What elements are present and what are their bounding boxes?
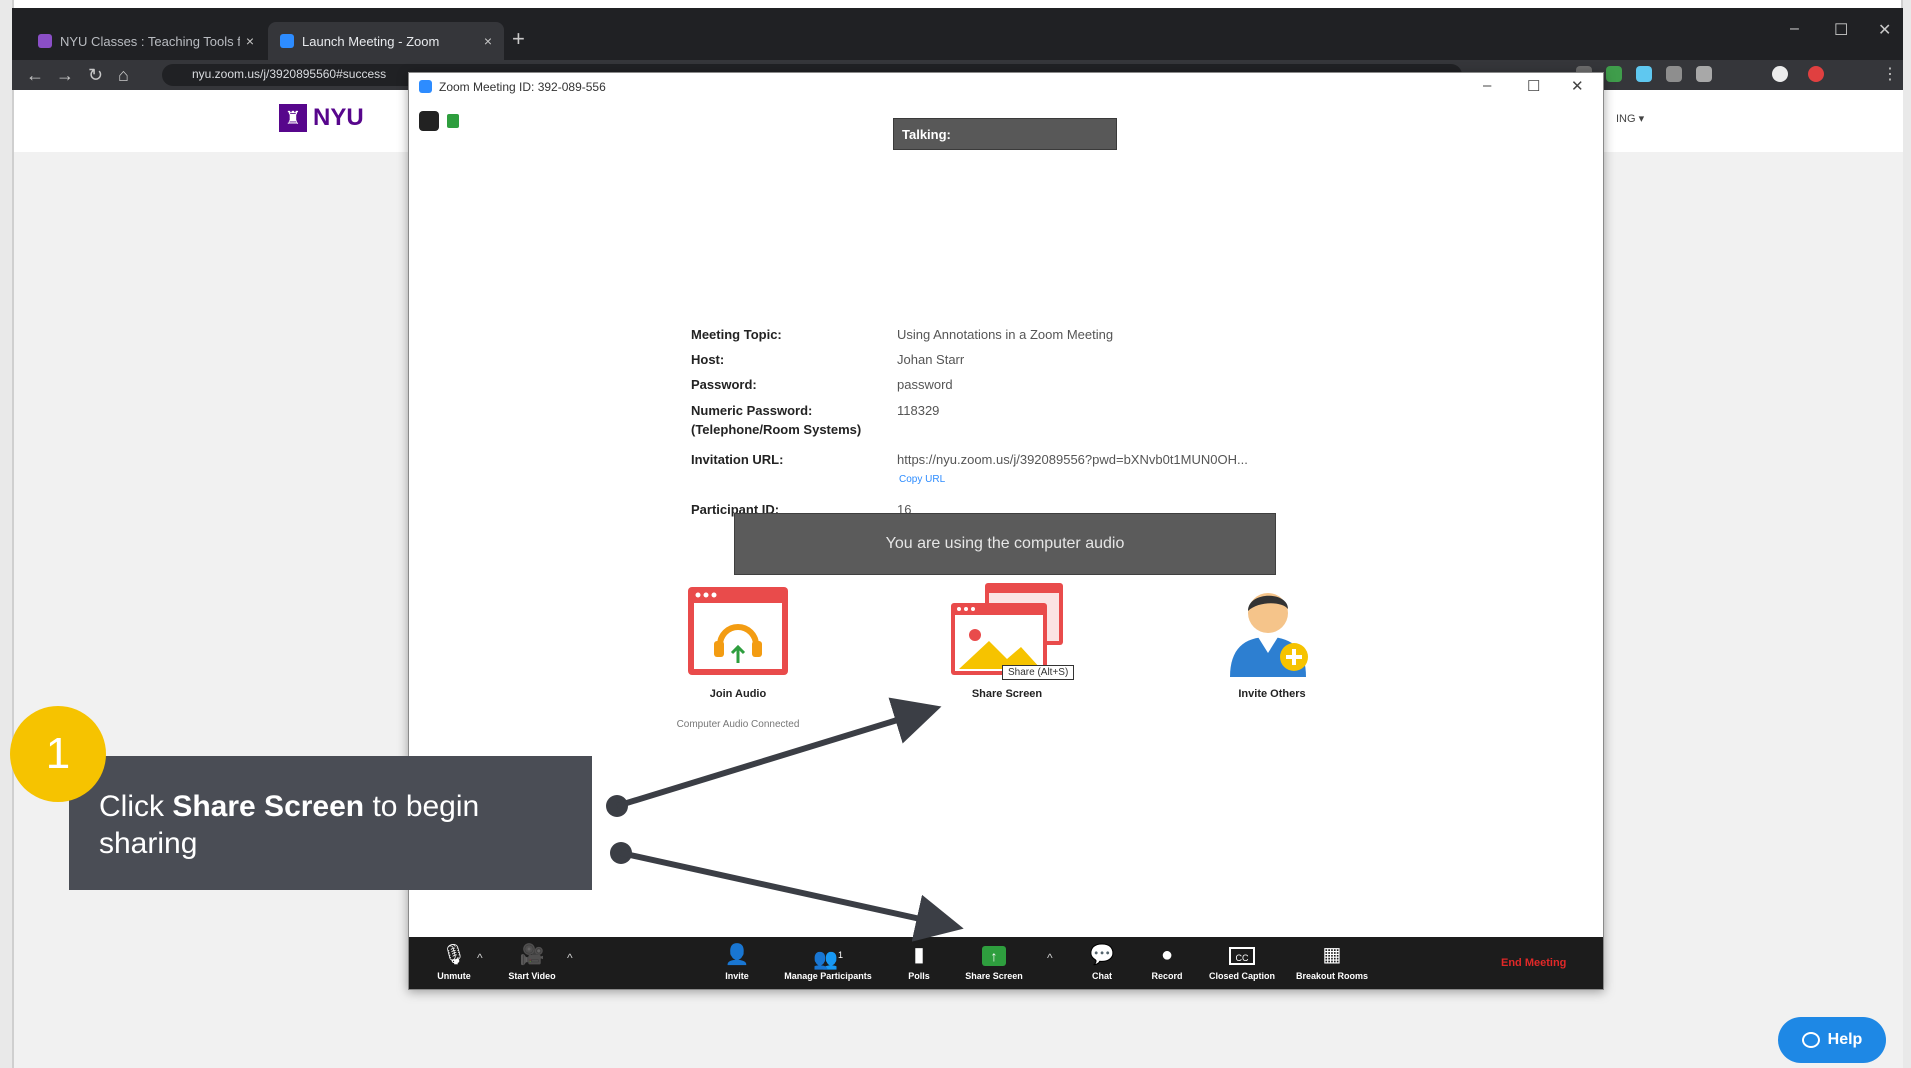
arrow-to-share-screen-toolbar: [610, 842, 964, 942]
callout-arrows: [606, 697, 964, 942]
arrow-to-share-screen-option: [606, 697, 942, 817]
